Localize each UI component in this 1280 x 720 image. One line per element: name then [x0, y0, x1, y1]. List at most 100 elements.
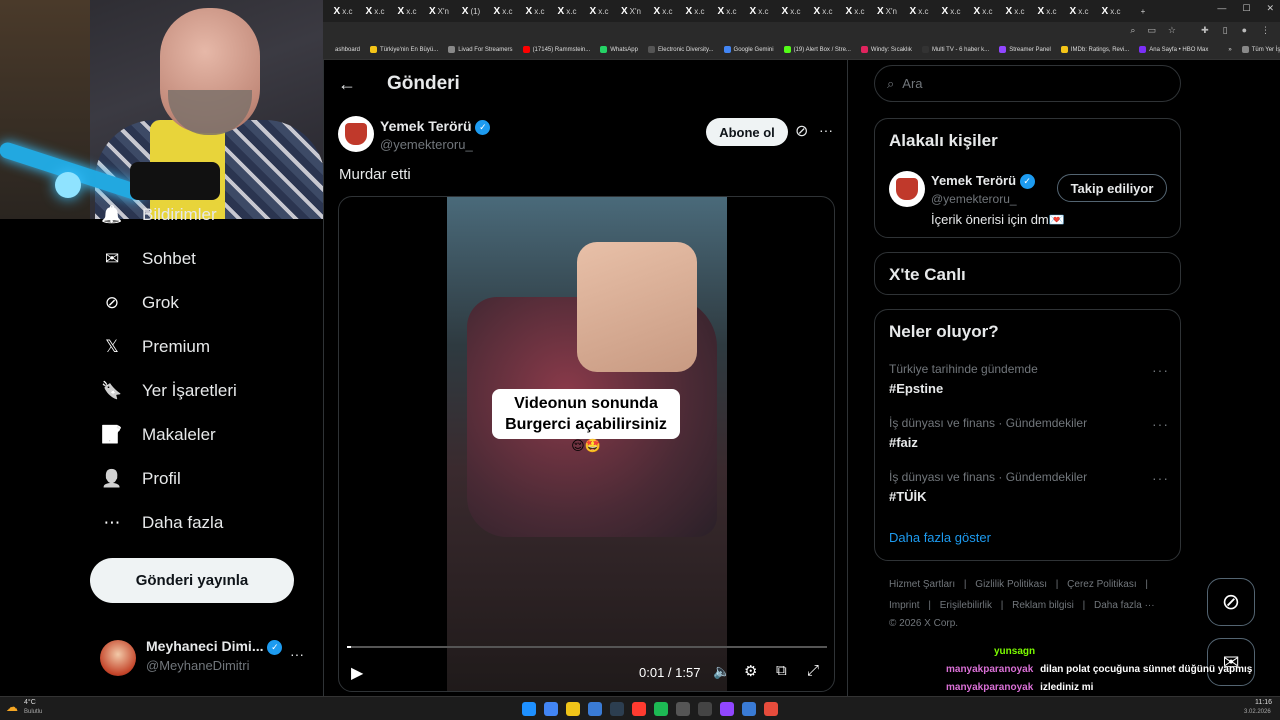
- taskbar-app-icon[interactable]: [720, 702, 734, 716]
- settings-icon[interactable]: ⚙: [744, 662, 757, 680]
- taskbar-app-icon[interactable]: [544, 702, 558, 716]
- show-more-link[interactable]: Daha fazla göster: [889, 530, 991, 545]
- browser-tab[interactable]: Xx.c: [807, 0, 839, 22]
- taskbar-app-icon[interactable]: [610, 702, 624, 716]
- taskbar-time[interactable]: 11:16: [1255, 699, 1272, 706]
- post-button[interactable]: Gönderi yayınla: [90, 558, 294, 603]
- browser-tab[interactable]: Xx.c: [935, 0, 967, 22]
- bookmark-item[interactable]: (17145) Rammstein...: [522, 46, 590, 53]
- live-card[interactable]: X'te Canlı: [874, 252, 1181, 295]
- browser-tab[interactable]: Xx.c: [743, 0, 775, 22]
- grok-float-button[interactable]: ⊘: [1207, 578, 1255, 626]
- video-progress-track[interactable]: [347, 646, 827, 648]
- bookmark-item[interactable]: Livad For Streamers: [448, 46, 513, 53]
- sidebar-item[interactable]: ⋯ Daha fazla: [100, 511, 224, 535]
- browser-tab[interactable]: Xx.c: [391, 0, 423, 22]
- sidebar-item[interactable]: ✉ Sohbet: [100, 247, 196, 271]
- browser-tab[interactable]: Xx.c: [1063, 0, 1095, 22]
- taskbar-app-icon[interactable]: [742, 702, 756, 716]
- browser-tab[interactable]: Xx.c: [327, 0, 359, 22]
- sidebar-item[interactable]: ⊘ Grok: [100, 291, 179, 315]
- browser-tab[interactable]: Xx.c: [583, 0, 615, 22]
- taskbar-app-icon[interactable]: [654, 702, 668, 716]
- following-button[interactable]: Takip ediliyor: [1057, 174, 1167, 202]
- browser-tab[interactable]: Xx.c: [1095, 0, 1127, 22]
- bookmark-item[interactable]: (19) Alert Box / Stre...: [783, 46, 851, 53]
- browser-tab[interactable]: Xx.c: [967, 0, 999, 22]
- new-tab-button[interactable]: +: [1127, 0, 1159, 22]
- taskbar-app-icon[interactable]: [676, 702, 690, 716]
- fullscreen-icon[interactable]: ⤢: [807, 662, 819, 679]
- footer-link[interactable]: Reklam bilgisi: [1012, 600, 1074, 611]
- browser-tab[interactable]: X X'n: [871, 0, 903, 22]
- taskbar-app-icon[interactable]: [522, 702, 536, 716]
- extensions-icon[interactable]: ✚: [1201, 25, 1209, 36]
- bookmark-item[interactable]: Streamer Panel: [999, 46, 1051, 53]
- related-avatar[interactable]: [889, 171, 925, 207]
- related-name[interactable]: Yemek Terörü: [931, 173, 1016, 188]
- bookmark-item[interactable]: Ana Sayfa • HBO Max: [1139, 46, 1208, 53]
- bookmark-item[interactable]: ashboard: [325, 46, 360, 53]
- footer-link[interactable]: Daha fazla ···: [1094, 600, 1155, 611]
- more-options-icon[interactable]: ···: [1152, 362, 1169, 378]
- taskbar-date[interactable]: 3.02.2026: [1244, 709, 1271, 715]
- browser-tab[interactable]: Xx.c: [1031, 0, 1063, 22]
- taskbar-app-icon[interactable]: [764, 702, 778, 716]
- author-avatar[interactable]: [338, 116, 374, 152]
- sidebar-item[interactable]: 📝 Makaleler: [100, 423, 215, 447]
- maximize-icon[interactable]: ☐: [1242, 3, 1250, 14]
- picture-in-picture-icon[interactable]: ⧉: [776, 662, 787, 679]
- bookmark-item[interactable]: Türkiye'nin En Büyü...: [370, 46, 438, 53]
- back-arrow-icon[interactable]: ←: [338, 74, 356, 95]
- weather-desc[interactable]: Bulutlu: [24, 709, 42, 715]
- browser-tab[interactable]: Xx.c: [551, 0, 583, 22]
- author-handle[interactable]: @yemekteroru_: [380, 137, 473, 152]
- more-options-icon[interactable]: ···: [819, 122, 833, 138]
- weather-temp[interactable]: 4°C: [24, 699, 36, 706]
- bookmark-item[interactable]: WhatsApp: [600, 46, 638, 53]
- search-box[interactable]: ⌕ Ara: [874, 65, 1181, 102]
- browser-tab[interactable]: Xx.c: [647, 0, 679, 22]
- browser-tab[interactable]: Xx.c: [487, 0, 519, 22]
- footer-link[interactable]: Imprint: [889, 600, 920, 611]
- bookmark-item[interactable]: Multi TV - 6 haber k...: [921, 46, 989, 53]
- bookmark-item[interactable]: IMDb: Ratings, Revi...: [1060, 46, 1129, 53]
- browser-tab[interactable]: X (1): [455, 0, 487, 22]
- browser-tab[interactable]: Xx.c: [711, 0, 743, 22]
- browser-tab[interactable]: Xx.c: [839, 0, 871, 22]
- more-options-icon[interactable]: ···: [1152, 416, 1169, 432]
- browser-tab[interactable]: Xx.c: [903, 0, 935, 22]
- messages-float-button[interactable]: ✉: [1207, 638, 1255, 686]
- footer-link[interactable]: Hizmet Şartları: [889, 579, 955, 590]
- browser-menu-icon[interactable]: ⋮: [1261, 25, 1270, 36]
- zoom-icon[interactable]: ⌕: [1130, 25, 1135, 36]
- more-options-icon[interactable]: ···: [1152, 470, 1169, 486]
- bookmark-item[interactable]: »: [1218, 46, 1232, 53]
- cast-icon[interactable]: ▭: [1147, 25, 1156, 36]
- related-handle[interactable]: @yemekteroru_: [931, 192, 1017, 206]
- sidebar-item[interactable]: 𝕏 Premium: [100, 335, 210, 359]
- browser-tab[interactable]: Xx.c: [775, 0, 807, 22]
- trend-item[interactable]: İş dünyası ve finans · Gündemdekiler #TÜİ…: [889, 470, 1169, 504]
- taskbar-app-icon[interactable]: [698, 702, 712, 716]
- bookmark-item[interactable]: Windy: Sıcaklık: [860, 46, 912, 53]
- taskbar-app-icon[interactable]: [632, 702, 646, 716]
- footer-link[interactable]: Gizlilik Politikası: [975, 579, 1047, 590]
- footer-link[interactable]: Çerez Politikası: [1067, 579, 1136, 590]
- star-icon[interactable]: ☆: [1168, 25, 1176, 36]
- profile-avatar-icon[interactable]: ●: [1242, 25, 1247, 36]
- browser-tab[interactable]: Xx.c: [999, 0, 1031, 22]
- sidebar-item[interactable]: 🔖 Yer İşaretleri: [100, 379, 236, 403]
- sidebar-item[interactable]: 🔔 Bildirimler: [100, 203, 216, 227]
- author-name[interactable]: Yemek Terörü: [380, 118, 472, 134]
- bookmark-item[interactable]: Tüm Yer İşaretleri: [1241, 46, 1280, 53]
- bookmark-item[interactable]: Electronic Diversity...: [647, 46, 714, 53]
- subscribe-button[interactable]: Abone ol: [706, 118, 788, 146]
- trend-item[interactable]: Türkiye tarihinde gündemde #Epstine ···: [889, 362, 1169, 396]
- sidebar-item[interactable]: 👤 Profil: [100, 467, 180, 491]
- account-menu-icon[interactable]: ···: [290, 646, 304, 662]
- taskbar-app-icon[interactable]: [566, 702, 580, 716]
- minimize-icon[interactable]: —: [1217, 3, 1226, 14]
- bookmark-item[interactable]: Google Gemini: [723, 46, 774, 53]
- account-switcher[interactable]: Meyhaneci Dimi... ✓ @MeyhaneDimitri ···: [100, 636, 315, 680]
